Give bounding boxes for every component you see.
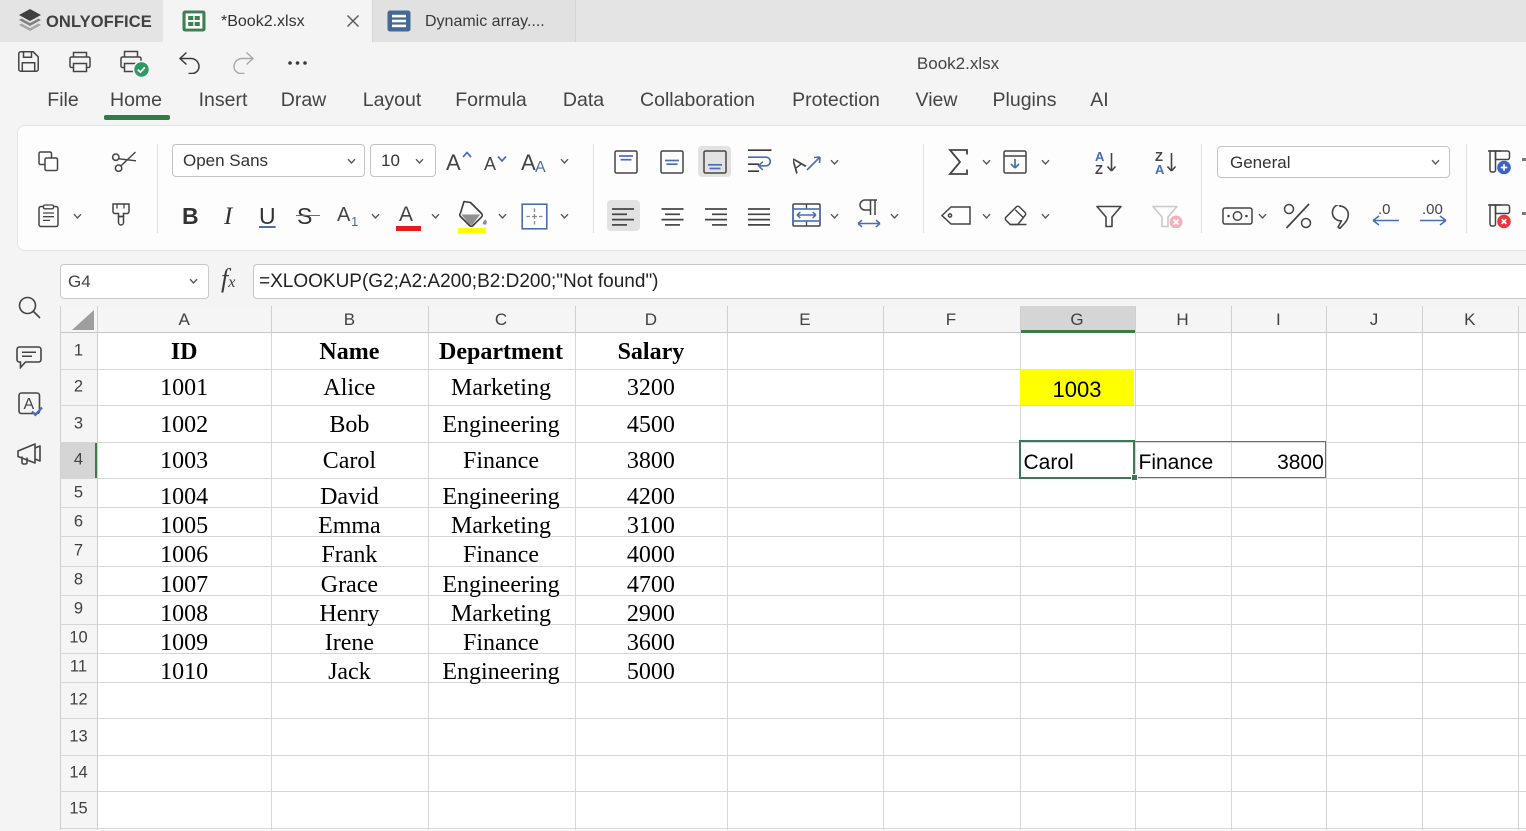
svg-text:A: A xyxy=(337,204,351,226)
svg-text:A: A xyxy=(24,396,35,413)
svg-text:A: A xyxy=(484,154,496,173)
svg-text:A: A xyxy=(1155,162,1165,175)
svg-text:.0: .0 xyxy=(1378,203,1391,218)
svg-text:A: A xyxy=(793,152,810,175)
svg-text:A: A xyxy=(535,159,546,173)
svg-text:.00: .00 xyxy=(1422,203,1443,218)
svg-text:1: 1 xyxy=(351,214,358,227)
svg-text:A: A xyxy=(521,150,536,173)
svg-text:A: A xyxy=(446,150,461,173)
svg-text:Z: Z xyxy=(1095,162,1103,175)
svg-text:A: A xyxy=(399,203,413,226)
